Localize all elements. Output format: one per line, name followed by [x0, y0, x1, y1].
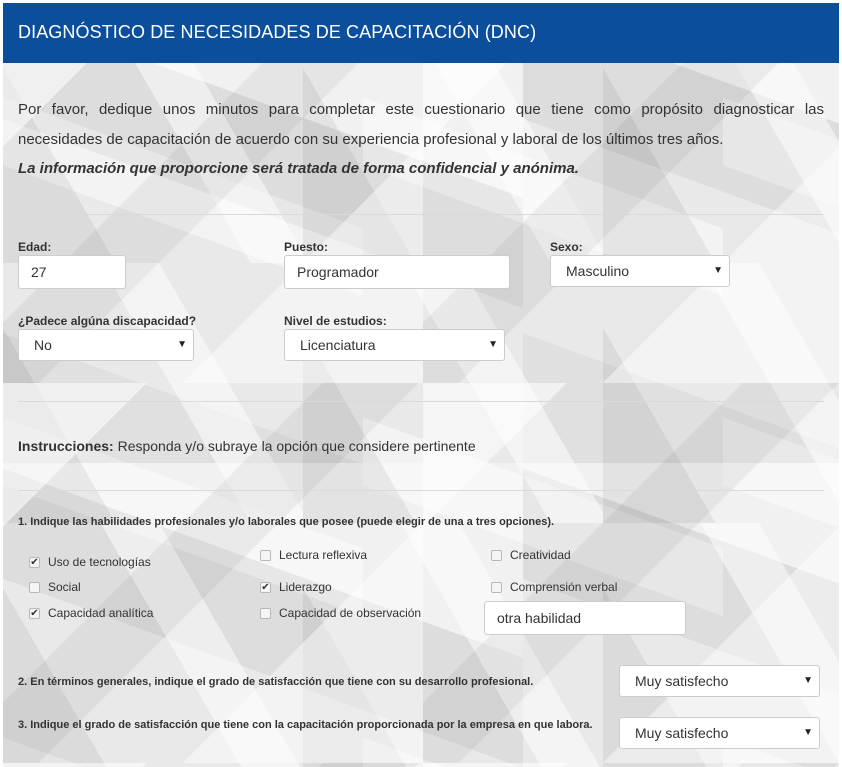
question-1: 1. Indique las habilidades profesionales… [18, 516, 555, 528]
discapacidad-select[interactable]: No ▼ [18, 329, 194, 361]
divider [18, 490, 824, 491]
otra-habilidad-input[interactable]: otra habilidad [484, 601, 686, 635]
divider [18, 401, 824, 402]
question-2-select-value: Muy satisfecho [635, 673, 729, 689]
question-3-select-value: Muy satisfecho [635, 725, 729, 741]
question-3: 3. Indique el grado de satisfacción que … [18, 719, 593, 731]
page-title: DIAGNÓSTICO DE NECESIDADES DE CAPACITACI… [18, 22, 537, 42]
chevron-down-icon: ▼ [803, 675, 813, 686]
question-3-select[interactable]: Muy satisfecho ▼ [619, 717, 820, 749]
check-mark-icon[interactable]: ✔ [29, 557, 40, 568]
puesto-input[interactable]: Programador [284, 255, 510, 289]
form-panel: DIAGNÓSTICO DE NECESIDADES DE CAPACITACI… [3, 3, 839, 767]
estudios-select[interactable]: Licenciatura ▼ [284, 329, 505, 361]
chevron-down-icon: ▼ [488, 339, 498, 350]
question-2: 2. En términos generales, indique el gra… [18, 676, 534, 688]
estudios-select-value: Licenciatura [300, 337, 376, 353]
intro-text: Por favor, dedique unos minutos para com… [18, 101, 824, 148]
sexo-select-value: Masculino [566, 263, 630, 279]
question-2-select[interactable]: Muy satisfecho ▼ [619, 665, 820, 697]
edad-input[interactable]: 27 [18, 255, 126, 289]
discapacidad-label: ¿Padece algúna discapacidad? [18, 314, 197, 328]
check-mark-icon[interactable]: ✔ [260, 582, 271, 593]
discapacidad-select-value: No [34, 337, 52, 353]
divider [18, 214, 824, 215]
form-header: DIAGNÓSTICO DE NECESIDADES DE CAPACITACI… [3, 3, 839, 63]
instructions: Instrucciones: Responda y/o subraye la o… [18, 438, 476, 454]
check-mark-icon[interactable]: ✔ [29, 608, 40, 619]
edad-label: Edad: [18, 240, 52, 254]
chevron-down-icon: ▼ [713, 265, 723, 276]
chevron-down-icon: ▼ [803, 727, 813, 738]
confidentiality-note: La información que proporcione será trat… [18, 160, 579, 177]
sexo-label: Sexo: [550, 240, 583, 254]
estudios-label: Nivel de estudios: [284, 314, 387, 328]
instructions-label: Instrucciones: [18, 438, 114, 454]
puesto-label: Puesto: [284, 240, 329, 254]
chevron-down-icon: ▼ [177, 339, 187, 350]
instructions-text: Responda y/o subraye la opción que consi… [113, 438, 476, 454]
sexo-select[interactable]: Masculino ▼ [550, 255, 730, 287]
